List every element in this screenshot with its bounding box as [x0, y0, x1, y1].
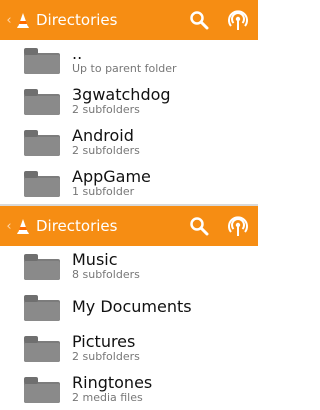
item-subtitle: 2 subfolders	[72, 350, 140, 364]
item-name: Music	[72, 249, 118, 269]
folder-icon	[24, 253, 60, 280]
item-name: Android	[72, 125, 134, 145]
list-item[interactable]: Android 2 subfolders	[0, 122, 258, 163]
folder-icon	[24, 294, 60, 321]
list-item[interactable]: Pictures 2 subfolders	[0, 328, 258, 369]
back-chevron-icon[interactable]: ‹	[4, 219, 14, 234]
item-subtitle: 2 subfolders	[72, 144, 140, 158]
list-item[interactable]: My Documents	[0, 287, 258, 328]
stream-icon[interactable]	[225, 213, 251, 239]
directory-list: Music 8 subfolders My Documents Pictures…	[0, 246, 258, 410]
item-subtitle: 1 subfolder	[72, 185, 135, 199]
item-subtitle: 2 subfolders	[72, 103, 140, 117]
folder-icon	[24, 88, 60, 115]
item-subtitle: 2 media files	[72, 391, 143, 405]
folder-icon	[24, 335, 60, 362]
directories-panel-bottom: ‹ Directories Music 8 subfolders My Docu…	[0, 206, 258, 410]
item-name: 3gwatchdog	[72, 84, 171, 104]
list-item[interactable]: .. Up to parent folder	[0, 40, 258, 81]
item-name: AppGame	[72, 166, 151, 186]
item-subtitle: Up to parent folder	[72, 62, 177, 76]
item-name: My Documents	[72, 297, 192, 317]
search-icon[interactable]	[186, 213, 212, 239]
item-name: Pictures	[72, 331, 136, 351]
item-name: Ringtones	[72, 372, 153, 392]
list-item[interactable]: Music 8 subfolders	[0, 246, 258, 287]
folder-icon	[24, 170, 60, 197]
vlc-cone-logo-icon[interactable]	[16, 11, 30, 29]
item-name: ..	[72, 43, 83, 63]
back-chevron-icon[interactable]: ‹	[4, 13, 14, 28]
folder-icon	[24, 376, 60, 403]
directories-panel-top: ‹ Directories .. Up to parent folder 3gw…	[0, 0, 258, 204]
list-item[interactable]: Ringtones 2 media files	[0, 369, 258, 410]
list-item[interactable]: AppGame 1 subfolder	[0, 163, 258, 204]
search-icon[interactable]	[186, 7, 212, 33]
app-bar: ‹ Directories	[0, 206, 258, 246]
item-subtitle: 8 subfolders	[72, 268, 140, 282]
list-item[interactable]: 3gwatchdog 2 subfolders	[0, 81, 258, 122]
folder-icon	[24, 129, 60, 156]
vlc-cone-logo-icon[interactable]	[16, 217, 30, 235]
directory-list: .. Up to parent folder 3gwatchdog 2 subf…	[0, 40, 258, 204]
folder-icon	[24, 47, 60, 74]
app-bar: ‹ Directories	[0, 0, 258, 40]
stream-icon[interactable]	[225, 7, 251, 33]
